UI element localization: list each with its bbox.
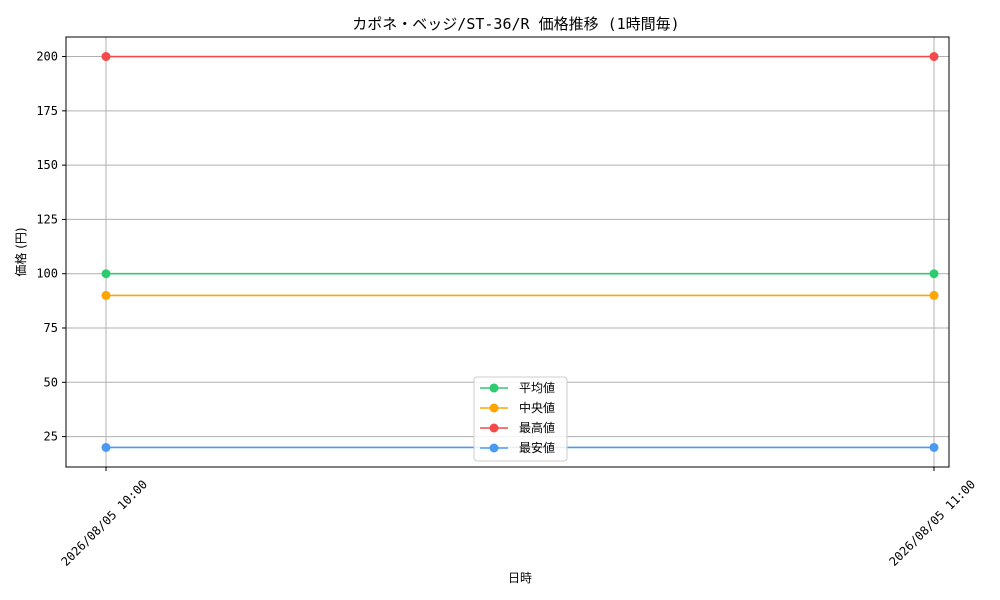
data-point [929,290,939,300]
y-tick-label: 175 [36,104,58,118]
series-平均値 [101,269,939,279]
data-point [101,52,111,62]
y-tick-label: 150 [36,158,58,172]
series-最高値 [101,52,939,62]
y-tick-label: 75 [44,321,58,335]
legend-marker [489,383,499,393]
x-axis-ticks: 2026/08/05 10:00 2026/08/05 11:00 [58,467,978,569]
y-tick-label: 125 [36,212,58,226]
y-axis-ticks: 25 50 75 100 125 150 175 200 [36,50,66,444]
legend: 平均値中央値最高値最安値 [473,376,568,462]
data-point [101,290,111,300]
data-point [929,52,939,62]
x-tick-label: 2026/08/05 10:00 [58,477,150,569]
line-chart: カポネ・ベッジ/ST-36/R 価格推移 (1時間毎) 25 50 75 100 125… [13,15,978,585]
y-axis-label: 価格 (円) [13,227,28,276]
legend-marker [489,443,499,453]
series-中央値 [101,290,939,300]
legend-label: 最高値 [519,420,555,435]
data-point [929,269,939,279]
y-tick-label: 50 [44,375,58,389]
y-tick-label: 25 [44,430,58,444]
data-point [101,269,111,279]
y-tick-label: 200 [36,50,58,64]
y-tick-label: 100 [36,267,58,281]
legend-marker [489,403,499,413]
x-tick-label: 2026/08/05 11:00 [886,477,978,569]
data-point [101,442,111,452]
legend-label: 平均値 [519,380,555,395]
legend-label: 最安値 [519,440,555,455]
chart-title: カポネ・ベッジ/ST-36/R 価格推移 (1時間毎) [352,15,679,33]
legend-marker [489,423,499,433]
x-axis-label: 日時 [508,571,532,585]
legend-label: 中央値 [519,400,555,415]
data-point [929,442,939,452]
